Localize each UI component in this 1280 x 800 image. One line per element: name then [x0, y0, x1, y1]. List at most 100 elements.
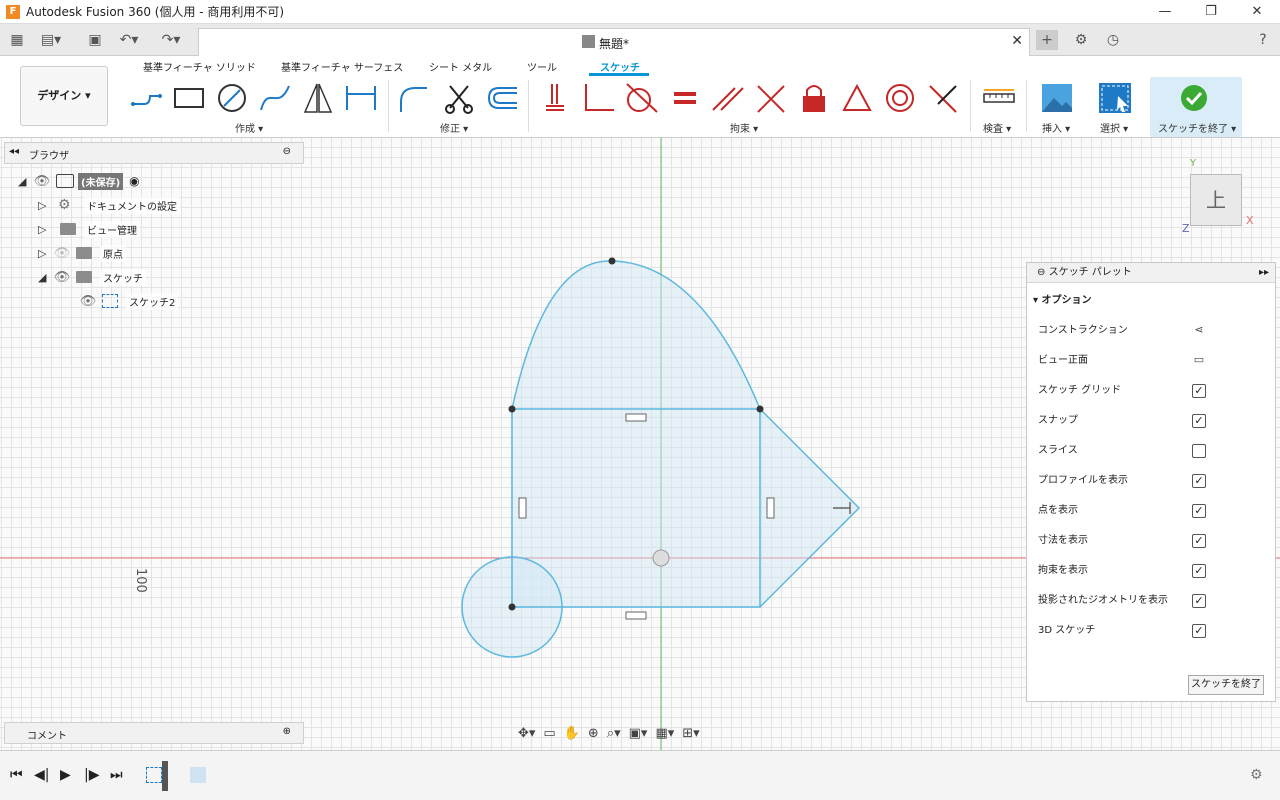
expand-triangle-icon[interactable]: ▷ [38, 199, 52, 212]
sketch-point[interactable] [508, 405, 516, 413]
tangent-constraint-icon[interactable] [625, 82, 659, 114]
parallel-constraint-icon[interactable] [711, 82, 745, 114]
new-tab-plus-icon[interactable]: + [1036, 30, 1058, 50]
collapse-browser-icon[interactable]: ◂◂ [9, 146, 19, 157]
finish-sketch-button[interactable]: スケッチを終了 [1188, 675, 1264, 695]
data-panel-grid-icon[interactable]: ▦ [6, 30, 28, 50]
look-at-sketch-icon[interactable]: ▭ [1192, 354, 1206, 368]
tree-item-label[interactable]: (未保存) [78, 172, 124, 190]
palette-checkbox[interactable]: ✓ [1192, 624, 1206, 638]
minimize-button[interactable]: — [1142, 0, 1188, 24]
look-at-icon[interactable]: ▭ [543, 726, 555, 741]
dimension-tool-icon[interactable] [344, 82, 378, 114]
sketch-point[interactable] [756, 405, 764, 413]
maximize-button[interactable]: ❐ [1188, 0, 1234, 24]
expand-triangle-icon[interactable]: ▷ [38, 247, 52, 260]
tab-sketch[interactable]: スケッチ [600, 59, 640, 74]
tab-sheet-metal[interactable]: シート メタル [429, 59, 492, 74]
palette-checkbox[interactable]: ✓ [1192, 504, 1206, 518]
activate-radio-icon[interactable]: ◉ [129, 174, 139, 188]
dimension-label[interactable]: 100 [133, 568, 148, 593]
palette-option-row[interactable]: スナップ ✓ [1038, 411, 1263, 431]
group-inspect[interactable]: 検査 ▾ [983, 120, 1011, 135]
palette-option-row[interactable]: 点を表示 ✓ [1038, 501, 1263, 521]
palette-checkbox[interactable]: ✓ [1192, 564, 1206, 578]
file-menu-icon[interactable]: ▤▾ [40, 30, 62, 50]
tree-item-label[interactable]: スケッチ [100, 268, 146, 286]
origin-point-icon[interactable] [652, 549, 670, 567]
add-comment-icon[interactable]: ⊕ [283, 726, 291, 737]
tree-item-sketches[interactable]: ◢ 👁 スケッチ [38, 267, 146, 287]
horizontal-constraint-glyph[interactable] [625, 611, 647, 620]
tab-solid[interactable]: 基準フィーチャ ソリッド [143, 59, 256, 74]
step-back-icon[interactable]: ◀| [34, 767, 49, 783]
sketch-point[interactable] [608, 257, 616, 265]
palette-option-row[interactable]: 拘束を表示 ✓ [1038, 561, 1263, 581]
palette-checkbox[interactable]: ✓ [1192, 474, 1206, 488]
save-icon[interactable]: ▣ [84, 30, 106, 50]
group-finish-sketch[interactable]: スケッチを終了 ▾ [1158, 120, 1236, 135]
palette-option-row[interactable]: プロファイルを表示 ✓ [1038, 471, 1263, 491]
browser-minimize-icon[interactable]: ⊖ [283, 146, 291, 157]
collapse-triangle-icon[interactable]: ◢ [38, 271, 52, 284]
hidden-eye-icon[interactable]: 👁 [52, 246, 72, 261]
insert-image-icon[interactable] [1040, 82, 1074, 114]
viewcube[interactable]: 上 [1190, 174, 1242, 226]
circle-tool-icon[interactable] [215, 82, 249, 114]
tree-item-label[interactable]: スケッチ2 [126, 292, 179, 310]
concentric-constraint-icon[interactable] [883, 82, 917, 114]
tree-item-label[interactable]: 原点 [100, 244, 126, 262]
display-settings-icon[interactable]: ▣▾ [629, 726, 648, 741]
comments-panel[interactable]: コメント ⊕ [4, 722, 304, 744]
sketch-profile-fill[interactable] [512, 260, 859, 607]
line-tool-icon[interactable] [130, 82, 164, 114]
zoom-icon[interactable]: ⊕ [588, 726, 599, 741]
tree-item-label[interactable]: ドキュメントの設定 [84, 196, 180, 214]
palette-checkbox[interactable]: ✓ [1192, 534, 1206, 548]
palette-expand-icon[interactable]: ▸▸ [1259, 263, 1269, 283]
timeline-feature-icon[interactable] [190, 767, 206, 783]
palette-option-row[interactable]: コンストラクション ⋖ [1038, 321, 1263, 341]
options-section-header[interactable]: ▾ オプション [1027, 283, 1275, 306]
visibility-eye-icon[interactable]: 👁 [52, 270, 72, 285]
step-forward-icon[interactable]: |▶ [84, 767, 99, 783]
fillet-tool-icon[interactable] [397, 82, 431, 114]
group-insert[interactable]: 挿入 ▾ [1042, 120, 1070, 135]
coincident-constraint-icon[interactable] [540, 82, 574, 114]
tab-tools[interactable]: ツール [527, 59, 557, 74]
timeline-marker[interactable] [162, 761, 168, 791]
tree-item-sketch2[interactable]: 👁 スケッチ2 [78, 291, 179, 311]
palette-option-row[interactable]: スライス [1038, 441, 1263, 461]
group-modify[interactable]: 修正 ▾ [440, 120, 468, 135]
fix-lock-icon[interactable] [797, 82, 831, 114]
collapse-triangle-icon[interactable]: ◢ [18, 175, 32, 188]
extensions-icon[interactable]: ⚙ [1070, 30, 1092, 50]
document-close-icon[interactable]: ✕ [1011, 33, 1023, 49]
visibility-eye-icon[interactable]: 👁 [78, 294, 98, 309]
vertical-constraint-glyph[interactable] [518, 497, 527, 519]
palette-checkbox[interactable]: ✓ [1192, 594, 1206, 608]
measure-ruler-icon[interactable] [982, 82, 1016, 114]
help-icon[interactable]: ? [1252, 30, 1274, 50]
tree-item-label[interactable]: ビュー管理 [84, 220, 140, 238]
document-tab[interactable]: 無題* ✕ [198, 28, 1030, 56]
tree-item-origin[interactable]: ▷ 👁 原点 [38, 243, 126, 263]
undo-icon[interactable]: ↶▾ [118, 30, 140, 50]
group-create[interactable]: 作成 ▾ [235, 120, 263, 135]
play-icon[interactable]: ▶ [60, 767, 71, 783]
go-to-start-icon[interactable]: ⏮ [10, 767, 23, 783]
palette-option-row[interactable]: 寸法を表示 ✓ [1038, 531, 1263, 551]
palette-header[interactable]: ⊖ スケッチ パレット ▸▸ [1027, 263, 1275, 283]
triangle-constraint-icon[interactable] [840, 82, 874, 114]
workspace-switcher[interactable]: デザイン ▾ [20, 66, 108, 126]
job-status-clock-icon[interactable]: ◷ [1102, 30, 1124, 50]
viewports-icon[interactable]: ⊞▾ [682, 726, 699, 741]
pan-hand-icon[interactable]: ✋ [564, 726, 580, 741]
spline-tool-icon[interactable] [258, 82, 292, 114]
perpendicular-cross-icon[interactable] [754, 82, 788, 114]
trim-scissors-icon[interactable] [442, 82, 476, 114]
construction-toggle-icon[interactable]: ⋖ [1192, 324, 1206, 338]
sketch-point[interactable] [508, 603, 516, 611]
midpoint-constraint-icon[interactable] [926, 82, 960, 114]
viewcube-top-face[interactable]: 上 [1206, 188, 1226, 212]
